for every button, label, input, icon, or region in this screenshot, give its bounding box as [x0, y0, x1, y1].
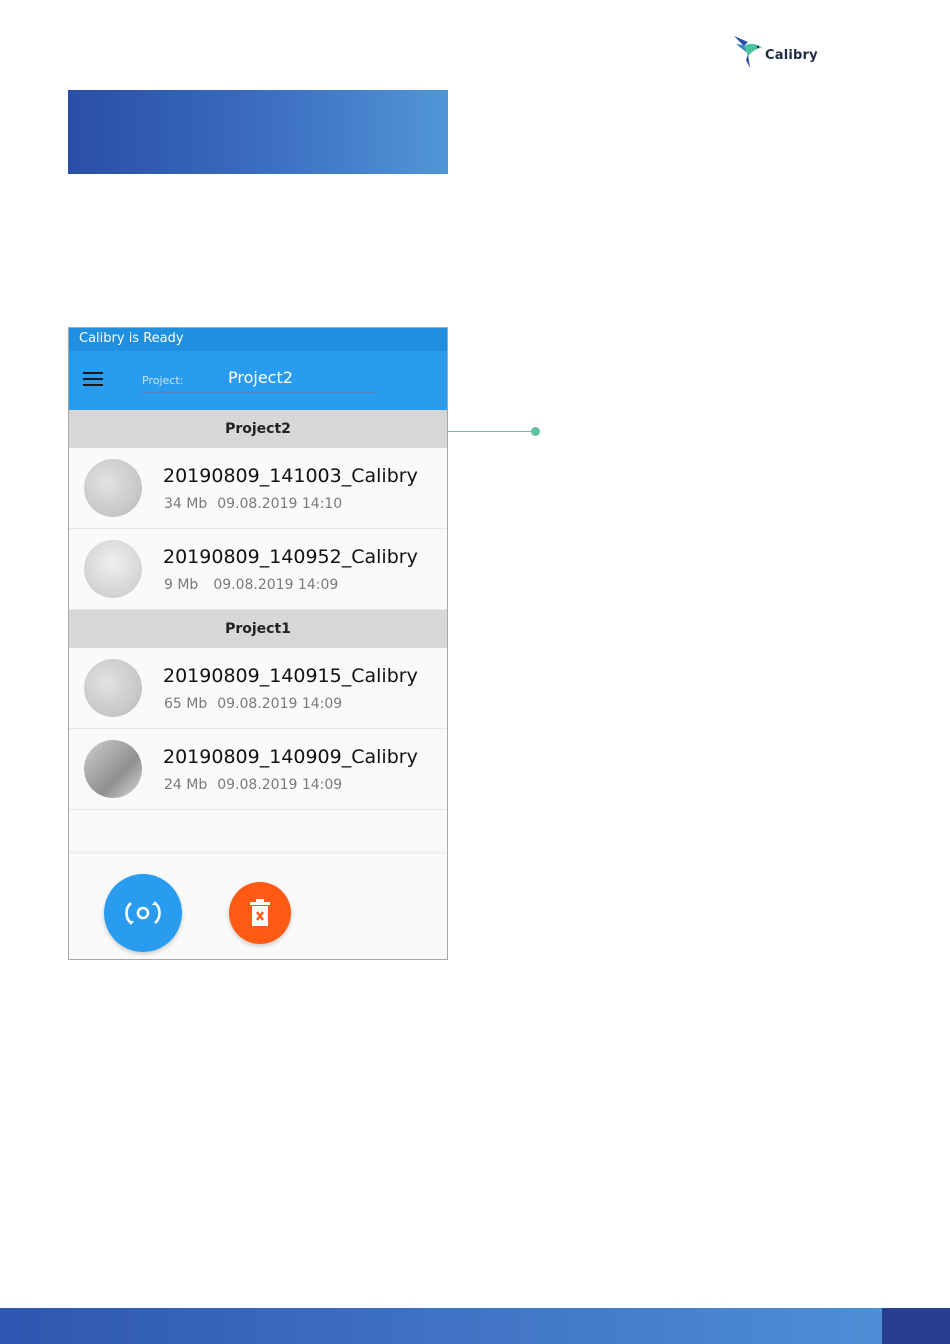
capture-icon	[125, 901, 161, 925]
recording-date: 09.08.2019 14:09	[213, 577, 339, 593]
recording-size: 24 Mb	[164, 777, 208, 793]
footer-page-block	[882, 1308, 950, 1344]
recording-size: 34 Mb	[164, 496, 208, 512]
recording-name: 20190809_140952_Calibry	[163, 546, 418, 568]
bottom-action-bar	[69, 853, 447, 959]
hamburger-menu-icon[interactable]	[83, 372, 103, 388]
phone-screen: Calibry is Ready Project: Project2 Proje…	[68, 327, 448, 960]
calibry-logo: Calibry	[732, 32, 822, 72]
recording-name: 20190809_140915_Calibry	[163, 665, 418, 687]
header-banner	[68, 90, 448, 174]
recording-size: 9 Mb	[164, 577, 199, 593]
recording-thumbnail	[84, 459, 142, 517]
recording-date: 09.08.2019 14:09	[217, 777, 343, 793]
logo-text: Calibry	[765, 48, 818, 63]
recording-thumbnail	[84, 740, 142, 798]
recording-meta: 24 Mb 09.08.2019 14:09	[164, 777, 342, 793]
recording-date: 09.08.2019 14:10	[217, 496, 343, 512]
recording-meta: 34 Mb 09.08.2019 14:10	[164, 496, 342, 512]
recording-size: 65 Mb	[164, 696, 208, 712]
capture-button[interactable]	[104, 874, 182, 952]
status-bar: Calibry is Ready	[69, 328, 447, 351]
delete-button[interactable]	[229, 882, 291, 944]
recording-thumbnail	[84, 540, 142, 598]
footer-bar	[0, 1308, 882, 1344]
project-selector[interactable]: Project2	[228, 368, 293, 387]
recording-name: 20190809_140909_Calibry	[163, 746, 418, 768]
recording-meta: 65 Mb 09.08.2019 14:09	[164, 696, 342, 712]
section-header: Project2	[69, 410, 447, 448]
recording-meta: 9 Mb 09.08.2019 14:09	[164, 577, 338, 593]
recording-date: 09.08.2019 14:09	[217, 696, 343, 712]
callout-line	[448, 431, 534, 432]
recording-name: 20190809_141003_Calibry	[163, 465, 418, 487]
hummingbird-logo-icon	[734, 36, 762, 68]
list-item[interactable]: 20190809_140915_Calibry 65 Mb 09.08.2019 …	[69, 648, 447, 729]
list-item[interactable]: 20190809_140909_Calibry 24 Mb 09.08.2019 …	[69, 729, 447, 810]
section-header: Project1	[69, 610, 447, 648]
trash-icon	[250, 899, 270, 926]
list-item[interactable]: 20190809_141003_Calibry 34 Mb 09.08.2019 …	[69, 448, 447, 529]
app-bar: Project: Project2	[69, 351, 447, 410]
project-label: Project:	[142, 374, 184, 387]
list-item[interactable]: 20190809_140952_Calibry 9 Mb 09.08.2019 1…	[69, 529, 447, 610]
recording-thumbnail	[84, 659, 142, 717]
project-underline	[142, 392, 376, 393]
callout-dot	[531, 427, 540, 436]
